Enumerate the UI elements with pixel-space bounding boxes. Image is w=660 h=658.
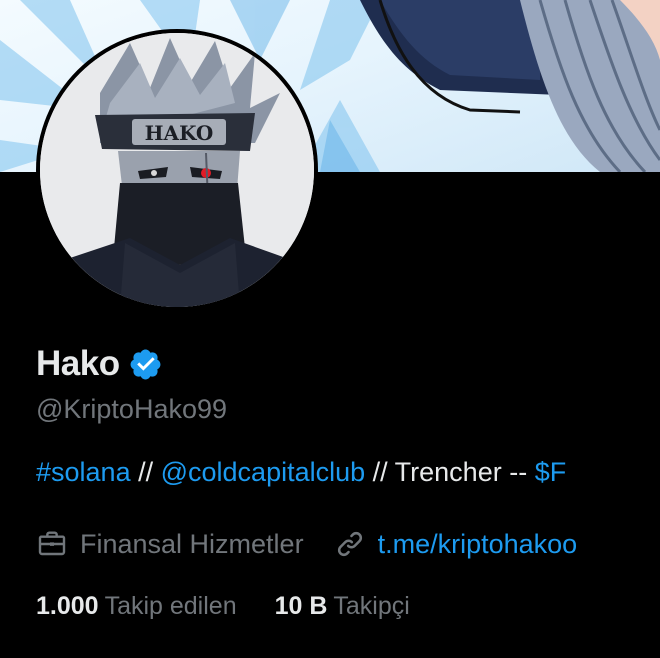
profile-stats: 1.000 Takip edilen 10 B Takipçi	[36, 592, 410, 621]
svg-text:HAKO: HAKO	[145, 121, 214, 145]
followers-count: 10 B	[274, 592, 328, 620]
following-stat[interactable]: 1.000 Takip edilen	[36, 592, 237, 621]
bio-mention-link[interactable]: @coldcapitalclub	[161, 457, 366, 487]
display-name: Hako	[36, 344, 120, 383]
followers-stat[interactable]: 10 B Takipçi	[275, 592, 410, 621]
category-label: Finansal Hizmetler	[80, 528, 304, 559]
verified-badge-icon[interactable]	[128, 347, 163, 382]
avatar-image: HAKO	[40, 33, 314, 307]
bio-separator: //	[130, 457, 161, 487]
bio-cashtag-link[interactable]: $F	[535, 457, 567, 487]
followers-label: Takipçi	[333, 592, 410, 620]
profile-meta: Finansal Hizmetler t.me/kriptohakoo	[36, 524, 577, 564]
profile-handle: @KriptoHako99	[36, 394, 228, 424]
profile-avatar[interactable]: HAKO	[36, 29, 318, 311]
profile-category: Finansal Hizmetler	[36, 528, 304, 560]
profile-name-row: Hako	[36, 340, 163, 388]
profile-bio: #solana // @coldcapitalclub // Trencher …	[36, 457, 566, 488]
bio-hashtag-link[interactable]: #solana	[36, 457, 131, 487]
bio-text: // Trencher --	[365, 457, 535, 487]
profile-website[interactable]: t.me/kriptohakoo	[334, 528, 578, 560]
link-icon	[337, 531, 362, 557]
following-label: Takip edilen	[104, 592, 237, 620]
following-count: 1.000	[36, 592, 99, 620]
website-link[interactable]: t.me/kriptohakoo	[378, 529, 578, 560]
briefcase-icon	[38, 531, 66, 556]
